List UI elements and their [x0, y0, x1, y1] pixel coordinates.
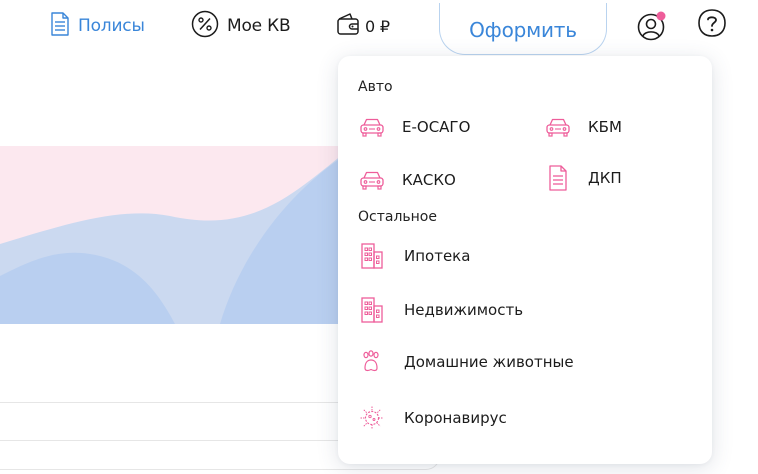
menu-item-dkp[interactable]: ДКП [544, 164, 622, 192]
menu-item-label: Коронавирус [404, 409, 507, 427]
menu-item-label: Домашние животные [404, 353, 574, 371]
menu-item-e-osago[interactable]: Е-ОСАГО [358, 113, 470, 141]
menu-item-kasko[interactable]: КАСКО [358, 166, 456, 194]
virus-icon [358, 404, 386, 432]
nav-my-kv-label: Мое КВ [227, 16, 291, 36]
building-icon [358, 242, 386, 270]
menu-item-real-estate[interactable]: Недвижимость [358, 296, 523, 324]
issue-policy-button[interactable]: Оформить [439, 3, 607, 55]
wallet-icon [336, 12, 362, 40]
promo-banner [0, 146, 360, 324]
paw-icon [358, 348, 386, 376]
nav-policies-label: Полисы [78, 16, 145, 36]
menu-item-label: Е-ОСАГО [402, 118, 471, 136]
issue-dropdown-menu: Авто Е-ОСАГО КБМ КАСКО ДКП Остальное Ипо… [338, 56, 712, 464]
nav-policies[interactable]: Полисы [50, 11, 145, 41]
group-title-other: Остальное [358, 209, 437, 225]
menu-item-pets[interactable]: Домашние животные [358, 348, 574, 376]
document-icon [544, 164, 572, 192]
menu-item-label: Ипотека [404, 247, 471, 265]
car-icon [358, 166, 386, 194]
profile-button[interactable] [637, 10, 667, 42]
car-icon [544, 113, 572, 141]
building-icon [358, 296, 386, 324]
car-icon [358, 113, 386, 141]
nav-wallet[interactable]: 0 ₽ [336, 12, 390, 40]
menu-item-label: ДКП [588, 169, 622, 187]
user-avatar-icon [637, 11, 667, 46]
menu-item-mortgage[interactable]: Ипотека [358, 242, 470, 270]
menu-item-label: КАСКО [402, 171, 456, 189]
wallet-balance: 0 ₽ [365, 16, 390, 36]
nav-my-kv[interactable]: Мое КВ [191, 10, 291, 43]
menu-item-coronavirus[interactable]: Коронавирус [358, 404, 507, 432]
page: Полисы Мое КВ 0 ₽ Оформить Авто Е-ОСАГО … [0, 0, 758, 474]
percent-icon [191, 10, 219, 43]
menu-item-kbm[interactable]: КБМ [544, 113, 622, 141]
help-button[interactable] [697, 8, 727, 38]
menu-item-label: КБМ [588, 118, 622, 136]
question-icon [697, 9, 727, 42]
top-navigation: Полисы Мое КВ 0 ₽ Оформить [0, 0, 758, 56]
group-title-auto: Авто [358, 79, 393, 95]
menu-item-label: Недвижимость [404, 301, 524, 319]
document-icon [50, 11, 70, 41]
